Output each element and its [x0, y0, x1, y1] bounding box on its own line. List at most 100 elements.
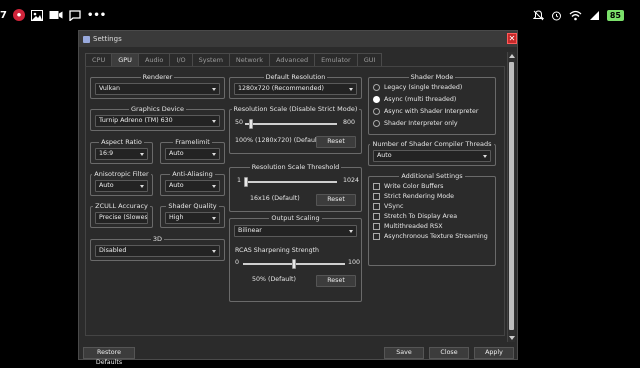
video-camera-icon	[49, 11, 63, 19]
signal-icon	[589, 10, 599, 20]
radio-button[interactable]	[373, 108, 380, 115]
scroll-thumb[interactable]	[509, 62, 514, 330]
tab-gui[interactable]: GUI	[356, 53, 383, 66]
shader-mode-interpreter-only[interactable]: Shader Interpreter only	[373, 120, 458, 127]
shader-mode-group: Shader Mode Legacy (single threaded) Asy…	[368, 73, 496, 135]
anisotropic-select[interactable]: Auto	[95, 180, 148, 192]
aspect-ratio-select[interactable]: 16:9	[95, 148, 148, 160]
rcas-slider[interactable]	[292, 259, 296, 269]
scale-threshold-min: 1	[237, 177, 242, 184]
chevron-down-icon	[212, 153, 216, 156]
scale-threshold-readout: 16x16 (Default)	[250, 195, 300, 202]
shader-quality-group: Shader Quality High	[160, 202, 225, 228]
framelimit-title: Framelimit	[173, 138, 212, 146]
zcull-select[interactable]: Precise (Slowes	[95, 212, 148, 224]
scale-threshold-reset-button[interactable]: Reset	[316, 194, 356, 206]
tab-gpu[interactable]: GPU	[111, 53, 139, 66]
compiler-threads-select[interactable]: Auto	[373, 150, 491, 162]
more-notifications-icon: •••	[86, 9, 107, 21]
three-d-select[interactable]: Disabled	[95, 245, 220, 257]
tab-cpu[interactable]: CPU	[85, 53, 113, 66]
shader-mode-async[interactable]: Async (multi threaded)	[373, 96, 456, 103]
chevron-down-icon	[140, 185, 144, 188]
chevron-down-icon	[483, 155, 487, 158]
tab-audio[interactable]: Audio	[137, 53, 171, 66]
strict-rendering-checkbox[interactable]: Strict Rendering Mode	[373, 193, 454, 200]
wifi-icon	[569, 10, 582, 20]
resolution-scale-slider[interactable]	[249, 119, 254, 129]
apply-button[interactable]: Apply	[474, 347, 514, 359]
recording-icon: ⏺	[12, 9, 25, 21]
chevron-down-icon	[140, 153, 144, 156]
resolution-scale-track	[245, 123, 337, 125]
chevron-down-icon	[212, 120, 216, 123]
tab-system[interactable]: System	[191, 53, 230, 66]
resolution-scale-reset-button[interactable]: Reset	[316, 136, 356, 148]
scroll-down-icon[interactable]	[509, 336, 515, 340]
restore-defaults-button[interactable]: Restore Defaults	[83, 347, 135, 366]
zcull-group: ZCULL Accuracy Precise (Slowes	[90, 202, 153, 228]
anisotropic-title: Anisotropic Filter	[92, 170, 151, 178]
checkbox[interactable]	[373, 233, 380, 240]
shader-quality-select[interactable]: High	[165, 212, 220, 224]
save-button[interactable]: Save	[384, 347, 424, 359]
window-title: Settings	[93, 35, 122, 43]
rcas-max: 100	[348, 259, 361, 266]
checkbox[interactable]	[373, 193, 380, 200]
scroll-up-icon[interactable]	[509, 54, 515, 58]
async-texture-streaming-checkbox[interactable]: Asynchronous Texture Streaming	[373, 233, 488, 240]
aspect-ratio-group: Aspect Ratio 16:9	[90, 138, 153, 164]
multithreaded-rsx-checkbox[interactable]: Multithreaded RSX	[373, 223, 443, 230]
write-color-buffers-checkbox[interactable]: Write Color Buffers	[373, 183, 443, 190]
gallery-icon	[30, 9, 43, 21]
rcas-reset-button[interactable]: Reset	[316, 275, 356, 287]
additional-settings-group: Additional Settings Write Color Buffers …	[368, 172, 496, 266]
title-bar: Settings ✕	[79, 31, 517, 47]
close-window-button[interactable]: ✕	[507, 33, 517, 44]
framelimit-group: Framelimit Auto	[160, 138, 225, 164]
renderer-select[interactable]: Vulkan	[95, 83, 220, 95]
shader-mode-async-interpreter[interactable]: Async with Shader Interpreter	[373, 108, 478, 115]
three-d-group: 3D Disabled	[90, 235, 225, 261]
anti-aliasing-select[interactable]: Auto	[165, 180, 220, 192]
output-scaling-group: Output Scaling Bilinear RCAS Sharpening …	[229, 214, 362, 302]
graphics-device-select[interactable]: Turnip Adreno (TM) 630	[95, 115, 220, 127]
radio-button-selected[interactable]	[373, 96, 380, 103]
battery-indicator: 85	[606, 9, 624, 21]
radio-button[interactable]	[373, 84, 380, 91]
checkbox[interactable]	[373, 183, 380, 190]
resolution-scale-title: Resolution Scale (Disable Strict Mode)	[231, 105, 360, 113]
tab-advanced[interactable]: Advanced	[269, 53, 316, 66]
resolution-scale-group: Resolution Scale (Disable Strict Mode) 5…	[229, 105, 362, 154]
chevron-down-icon	[212, 88, 216, 91]
checkbox[interactable]	[373, 203, 380, 210]
checkbox[interactable]	[373, 223, 380, 230]
close-button[interactable]: Close	[429, 347, 469, 359]
resolution-scale-readout: 100% (1280x720) (Default)	[235, 137, 322, 144]
tab-io[interactable]: I/O	[169, 53, 193, 66]
tab-network[interactable]: Network	[228, 53, 271, 66]
settings-window: Settings ✕ CPU GPU Audio I/O System Netw…	[78, 30, 518, 366]
framelimit-select[interactable]: Auto	[165, 148, 220, 160]
scale-threshold-max: 1024	[343, 177, 360, 184]
rcas-min: 0	[235, 259, 240, 266]
stretch-display-checkbox[interactable]: Stretch To Display Area	[373, 213, 457, 220]
aspect-ratio-title: Aspect Ratio	[99, 138, 144, 146]
default-resolution-select[interactable]: 1280x720 (Recommended)	[234, 83, 357, 95]
vertical-scrollbar[interactable]	[507, 52, 515, 342]
vsync-checkbox[interactable]: VSync	[373, 203, 403, 210]
status-time: 7	[0, 9, 7, 21]
tab-emulator[interactable]: Emulator	[314, 53, 358, 66]
default-resolution-title: Default Resolution	[263, 73, 328, 81]
anti-aliasing-group: Anti-Aliasing Auto	[160, 170, 225, 196]
shader-mode-title: Shader Mode	[408, 73, 456, 81]
output-scaling-select[interactable]: Bilinear	[234, 225, 357, 237]
anisotropic-group: Anisotropic Filter Auto	[90, 170, 153, 196]
shader-mode-legacy[interactable]: Legacy (single threaded)	[373, 84, 462, 91]
scale-threshold-slider[interactable]	[244, 177, 249, 187]
checkbox[interactable]	[373, 213, 380, 220]
renderer-group: Renderer Vulkan	[90, 73, 225, 99]
radio-button[interactable]	[373, 120, 380, 127]
scale-threshold-track	[245, 181, 337, 183]
status-left: 7 ⏺ •••	[0, 8, 106, 22]
